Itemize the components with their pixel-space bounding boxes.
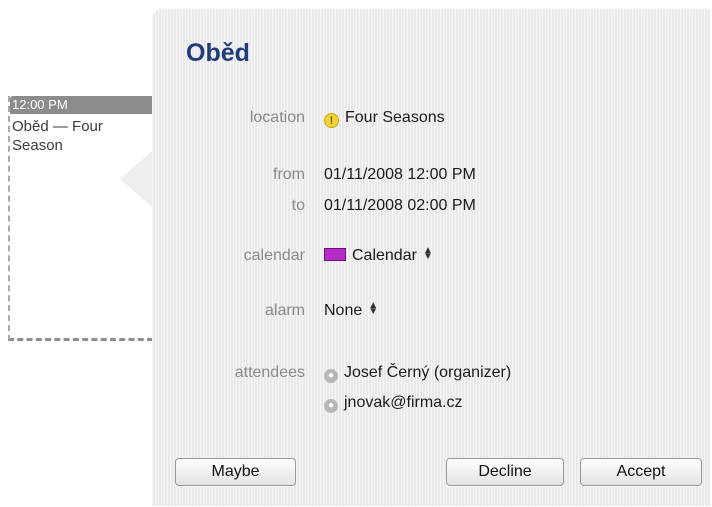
alarm-value: None: [324, 302, 363, 319]
to-label: to: [291, 197, 305, 214]
location-label: location: [249, 109, 305, 126]
popover-arrow: [120, 151, 152, 207]
event-title-heading: Oběd: [186, 39, 250, 67]
popup-arrows-icon: ▲ ▼: [368, 300, 379, 317]
alarm-label: alarm: [264, 302, 305, 319]
accept-button[interactable]: Accept: [580, 458, 702, 486]
maybe-button[interactable]: Maybe: [175, 458, 296, 486]
location-field[interactable]: ! Four Seasons: [324, 109, 445, 128]
to-value[interactable]: 01/11/2008 02:00 PM: [324, 197, 476, 215]
alarm-popup-button[interactable]: None ▲ ▼: [324, 300, 379, 320]
event-title: Oběd — Four Season: [12, 118, 103, 154]
from-label: from: [273, 166, 305, 183]
attendee-name: Josef Černý (organizer): [344, 364, 512, 381]
calendar-color-swatch: [324, 248, 346, 261]
attendee-item[interactable]: ● jnovak@firma.cz: [324, 394, 463, 413]
attendees-label: attendees: [234, 364, 305, 381]
event-invitation-popover: Oběd location ! Four Seasons from 01/11/2…: [120, 9, 710, 506]
location-value: Four Seasons: [345, 109, 445, 126]
calendar-label: calendar: [243, 247, 305, 264]
event-time: 12:00 PM: [10, 96, 153, 114]
popup-arrows-icon: ▲ ▼: [422, 245, 433, 262]
calendar-event-tile[interactable]: 12:00 PM Oběd — Four Season: [8, 96, 153, 341]
attendee-name: jnovak@firma.cz: [344, 394, 463, 411]
person-icon: ●: [324, 399, 338, 413]
person-icon: ●: [324, 369, 338, 383]
calendar-value: Calendar: [352, 247, 417, 264]
from-value[interactable]: 01/11/2008 12:00 PM: [324, 166, 476, 184]
calendar-popup-button[interactable]: Calendar ▲ ▼: [324, 245, 433, 265]
attendee-item[interactable]: ● Josef Černý (organizer): [324, 364, 511, 383]
decline-button[interactable]: Decline: [446, 458, 564, 486]
warning-icon: !: [324, 113, 339, 128]
